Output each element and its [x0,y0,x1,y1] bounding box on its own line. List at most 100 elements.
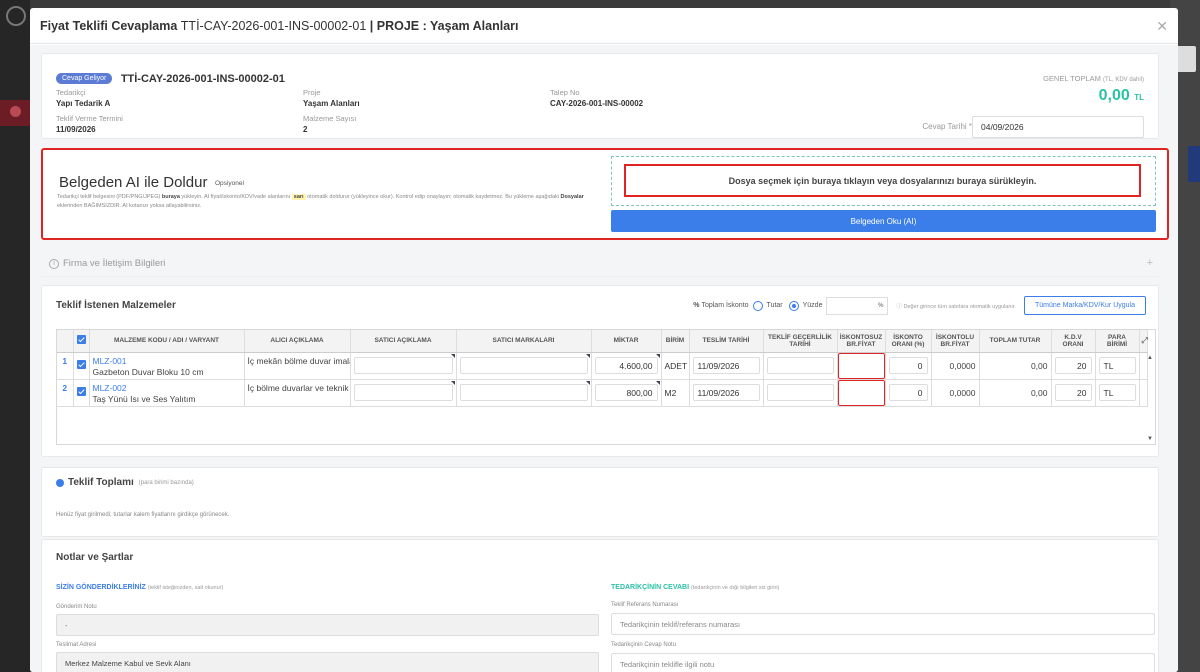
validity-date-input[interactable] [766,384,834,401]
row-end-cell [1139,379,1148,407]
background-button [1176,46,1196,72]
material-name: Taş Yünü Isı ve Ses Yalıtım [92,393,196,404]
percent-radio[interactable] [788,300,799,311]
vat-input[interactable]: 20 [1054,384,1092,401]
supplier-reply-heading: TEDARİKÇİNİN CEVABI (tedarikçinin ve dığ… [611,584,780,591]
delivery-address-label: Teslimat Adresi [56,642,97,648]
qty-cell[interactable]: 4.600,00 [591,352,662,380]
row-number: 1 [57,352,74,380]
percent-icon: % [693,302,700,309]
discount-rate-cell[interactable]: 0 [885,352,932,380]
seller-desc-cell[interactable] [350,379,457,407]
table-row: 2 MLZ-002 Taş Yünü Isı ve Ses Yalıtım İç … [57,379,1148,407]
currency-select[interactable]: TL [1098,357,1136,374]
reply-date-input[interactable]: 04/09/2026 [972,116,1144,138]
seller-brands-input[interactable] [459,357,588,374]
delivery-date-input[interactable]: 11/09/2026 [692,384,760,401]
discounted-price-cell: 0,0000 [931,352,980,380]
quote-code: TTİ-CAY-2026-001-INS-00002-01 [120,72,285,85]
scroll-down-icon[interactable]: ▼ [1147,436,1153,442]
reply-note-input[interactable]: Tedarikçinin teklifle ilgili notu [611,653,1155,672]
qty-cell[interactable]: 800,00 [591,379,662,407]
qty-input[interactable]: 4.600,00 [594,357,658,374]
info-icon: i [49,258,59,269]
discount-rate-input[interactable]: 0 [888,384,928,401]
plus-icon[interactable]: + [1147,257,1153,269]
material-code[interactable]: MLZ-001 [93,356,241,367]
validity-cell[interactable] [763,379,838,407]
vat-cell[interactable]: 20 [1051,352,1096,380]
discount-rate-cell[interactable]: 0 [885,379,932,407]
read-document-ai-button[interactable]: Belgeden Oku (AI) [611,210,1156,232]
row-number: 2 [57,379,74,407]
ai-fill-card: Belgeden AI ile Doldur Opsiyonel Tedarik… [41,148,1169,240]
row-checkbox-cell[interactable] [73,379,90,407]
material-code[interactable]: MLZ-002 [93,383,241,394]
seller-brands-cell[interactable] [456,379,592,407]
ai-optional-label: Opsiyonel [215,180,244,187]
currency-cell[interactable]: TL [1095,352,1140,380]
grand-total-value: 0,00 TL [1098,87,1144,104]
status-badge: Cevap Geliyor [56,73,113,85]
ai-fill-title: Belgeden AI ile Doldur [59,174,208,191]
seller-brands-input[interactable] [459,384,588,401]
deadline-label: Teklif Verme Termini [56,114,123,123]
scroll-up-icon[interactable]: ▲ [1147,355,1153,361]
delivery-cell[interactable]: 11/09/2026 [689,379,764,407]
grid-header-delivery: TESLİM TARİHİ [689,330,764,353]
currency-select[interactable]: TL [1098,384,1136,401]
delivery-date-input[interactable]: 11/09/2026 [692,357,760,374]
vat-cell[interactable]: 20 [1051,379,1096,407]
buyer-desc-cell: İç bölme duvarlar ve teknik hacimlerde ı… [244,379,351,407]
row-checkbox-cell[interactable] [73,352,90,380]
material-count-label: Malzeme Sayısı [303,114,357,123]
background-sidebar [0,0,30,672]
grid-header-rownum [57,330,74,353]
total-discount-input[interactable]: % [826,296,889,315]
seller-desc-input[interactable] [353,384,453,401]
material-count-value: 2 [303,125,308,134]
vat-input[interactable]: 20 [1054,357,1092,374]
material-name: Gazbeton Duvar Bloku 10 cm [92,366,204,377]
file-drop-text[interactable]: Dosya seçmek için buraya tıklayın veya d… [624,164,1141,197]
quote-reply-modal: Fiyat Teklifi Cevaplama TTİ-CAY-2026-001… [30,8,1178,672]
unit-cell: M2 [661,379,690,407]
unit-price-cell[interactable] [837,379,886,407]
validity-date-input[interactable] [766,357,834,374]
grid-header-qty: MİKTAR [591,330,662,353]
select-all-checkbox[interactable] [76,335,86,345]
row-checkbox[interactable] [76,360,86,369]
reference-input[interactable]: Tedarikçinin teklif/referans numarası [611,613,1155,635]
app-logo-icon [6,6,26,26]
unit-price-input[interactable] [837,379,884,405]
total-cell: 0,00 [979,379,1052,407]
amount-radio[interactable] [752,300,763,311]
seller-brands-cell[interactable] [456,352,592,380]
qty-input[interactable]: 800,00 [594,384,658,401]
grid-header-select[interactable] [73,330,90,353]
unit-price-input[interactable] [837,352,884,378]
delivery-cell[interactable]: 11/09/2026 [689,352,764,380]
validity-cell[interactable] [763,352,838,380]
seller-desc-cell[interactable] [350,352,457,380]
grid-header-seller-desc: SATICI AÇIKLAMA [350,330,457,353]
grid-header-unit: BİRİM [661,330,690,353]
apply-all-button[interactable]: Tümüne Marka/KDV/Kur Uygula [1024,296,1146,315]
expand-grid-icon[interactable]: ⤢ [1139,330,1148,353]
modal-title: Fiyat Teklifi Cevaplama TTİ-CAY-2026-001… [40,19,519,33]
discount-rate-input[interactable]: 0 [888,357,928,374]
close-icon[interactable]: ✕ [1156,18,1168,35]
currency-cell[interactable]: TL [1095,379,1140,407]
row-checkbox[interactable] [76,387,86,396]
quote-totals-card: Teklif Toplamı (para birimi bazında) Henü… [41,467,1159,537]
amount-label: Tutar [766,302,783,309]
materials-title: Teklif İstenen Malzemeler [56,300,176,311]
grid-header-vat: K.D.V ORANI [1051,330,1096,353]
contact-info-toggle[interactable]: i Firma ve İletişim Bilgileri + [41,251,1159,277]
project-label: Proje [303,88,321,97]
file-drop-zone[interactable]: Dosya seçmek için buraya tıklayın veya d… [611,156,1156,206]
unit-price-cell[interactable] [837,352,886,380]
background-tab [1188,146,1200,182]
material-code-cell: MLZ-001 Gazbeton Duvar Bloku 10 cm [89,352,245,380]
seller-desc-input[interactable] [353,357,453,374]
